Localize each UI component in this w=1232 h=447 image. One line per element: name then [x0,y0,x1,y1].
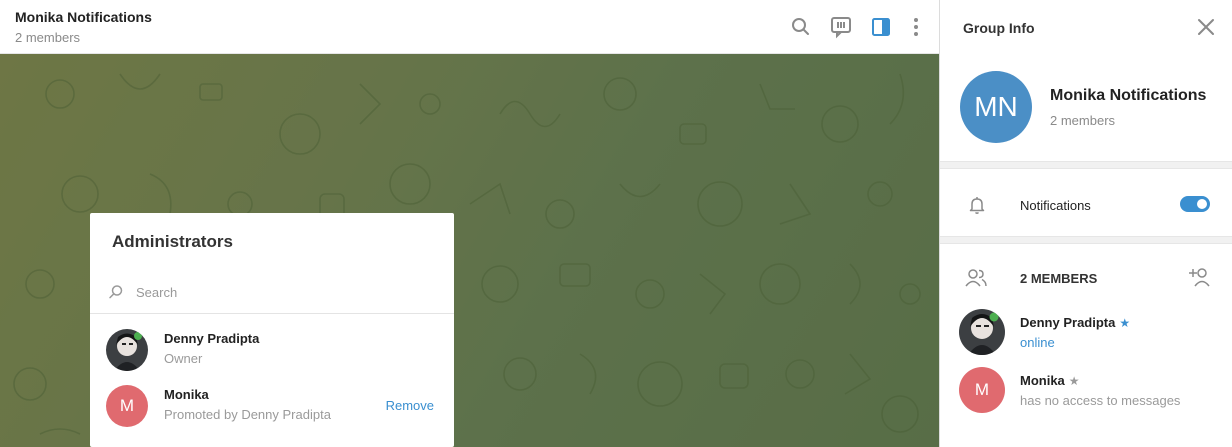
avatar [106,329,148,371]
member-name: Denny Pradipta ★ [1020,315,1130,330]
toggle-knob [1195,197,1209,211]
member-row[interactable]: Denny Pradipta ★ online [940,309,1232,357]
admin-name: Monika [164,387,209,402]
avatar-initial: M [106,385,148,427]
admin-search-input[interactable] [136,280,436,304]
star-icon: ★ [1119,316,1131,330]
avatar [959,309,1005,355]
administrators-dialog: Administrators Denny Pradipta Owner [90,213,454,447]
admin-name: Denny Pradipta [164,331,260,346]
member-status: online [1020,335,1055,350]
avatar: M [959,367,1005,413]
members-icon [964,267,988,289]
member-row[interactable]: M Monika ★ has no access to messages [940,367,1232,415]
avatar: M [106,385,148,427]
chat-header: Monika Notifications 2 members [0,0,939,54]
notifications-label: Notifications [1020,198,1091,213]
dialog-title: Administrators [112,232,233,251]
member-name-text: Denny Pradipta [1020,315,1116,330]
divider [90,313,454,314]
section-separator [940,236,1232,244]
panel-title: Group Info [963,20,1035,36]
group-avatar[interactable]: MN [960,71,1032,143]
group-info-panel: Group Info MN Monika Notifications 2 mem… [939,0,1232,447]
chat-title: Monika Notifications [15,9,152,25]
section-separator [940,161,1232,169]
notifications-toggle[interactable] [1180,196,1210,212]
member-status: has no access to messages [1020,393,1181,408]
member-name: Monika ★ [1020,373,1080,388]
more-vertical-icon[interactable] [904,15,928,39]
search-icon[interactable] [789,15,813,39]
chat-bubble-icon[interactable] [829,15,853,39]
bell-icon [967,195,987,215]
admin-row[interactable]: M Monika Promoted by Denny Pradipta Remo… [90,385,454,441]
remove-admin-button[interactable]: Remove [386,398,434,413]
star-icon: ★ [1068,374,1080,388]
avatar-initial: M [959,367,1005,413]
chat-subtitle: 2 members [15,30,81,45]
admin-role: Promoted by Denny Pradipta [164,407,331,422]
admin-role: Owner [164,351,203,366]
member-name-text: Monika [1020,373,1065,388]
close-icon[interactable] [1195,16,1217,38]
group-member-count: 2 members [1050,113,1116,128]
sidebar-toggle-icon[interactable] [869,15,893,39]
admin-row[interactable]: Denny Pradipta Owner [90,329,454,385]
group-name: Monika Notifications [1050,87,1207,104]
add-member-icon[interactable] [1188,266,1212,288]
members-heading: 2 MEMBERS [1020,271,1098,286]
search-icon [108,284,124,300]
chat-area: Monika Notifications 2 members Administr… [0,0,939,447]
